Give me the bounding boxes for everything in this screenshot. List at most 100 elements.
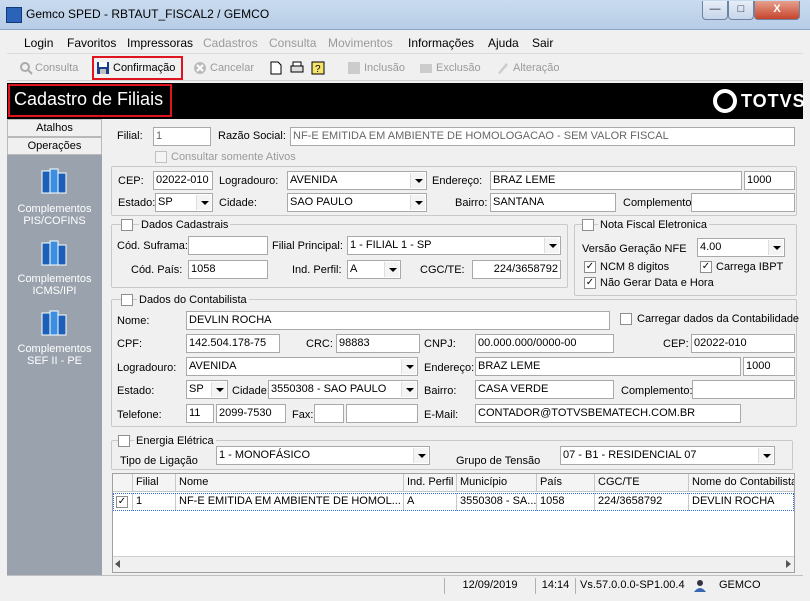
contab-cep-field[interactable]: 02022-010 [691, 334, 795, 353]
menu-consulta[interactable]: Consulta [269, 36, 316, 50]
nao-gerar-checkbox[interactable]: ✓ [584, 277, 596, 289]
bairro-field[interactable]: SANTANA [490, 193, 616, 212]
cidade-select[interactable]: SAO PAULO [287, 193, 427, 212]
status-time: 14:14 [535, 578, 575, 594]
contab-endereco-field[interactable]: BRAZ LEME [475, 357, 741, 376]
menu-impressoras[interactable]: Impressoras [127, 36, 193, 50]
tipo-ligacao-select[interactable]: 1 - MONOFÁSICO [216, 446, 430, 465]
filiais-table[interactable]: Filial Nome Ind. Perfil Município País C… [112, 473, 795, 573]
menu-cadastros[interactable]: Cadastros [203, 36, 258, 50]
cnpj-field[interactable]: 00.000.000/0000-00 [475, 334, 614, 353]
exclusao-button[interactable]: Exclusão [436, 62, 481, 74]
sidebar-item-icms-ipi[interactable]: Complementos ICMS/IPI [7, 273, 102, 297]
grupo-tensao-select[interactable]: 07 - B1 - RESIDENCIAL 07 [560, 446, 775, 465]
scroll-left-icon[interactable] [115, 560, 120, 568]
complemento-field[interactable] [691, 193, 795, 212]
razao-social-field[interactable]: NF-E EMITIDA EM AMBIENTE DE HOMOLOGACAO … [290, 127, 795, 146]
carregar-checkbox[interactable] [620, 313, 632, 325]
table-cell: A [404, 493, 457, 511]
chevron-down-icon [768, 240, 783, 255]
contab-bairro-field[interactable]: CASA VERDE [475, 380, 614, 399]
horizontal-scrollbar[interactable] [113, 556, 794, 572]
endereco-field[interactable]: BRAZ LEME [490, 171, 742, 190]
sidebar-item-sef-ii-pe[interactable]: Complementos SEF II - PE [7, 343, 102, 367]
print-icon[interactable] [290, 61, 304, 75]
table-header-pais[interactable]: País [537, 474, 595, 492]
fax-ddd-field[interactable] [314, 404, 344, 423]
menu-bar: Login Favoritos Impressoras Cadastros Co… [7, 31, 803, 54]
ncm-checkbox[interactable]: ✓ [584, 261, 596, 273]
tab-atalhos[interactable]: Atalhos [7, 119, 102, 137]
table-header-cgc[interactable]: CGC/TE [595, 474, 689, 492]
cgc-field[interactable]: 224/3658792 [472, 260, 561, 279]
contab-cidade-label: Cidade: [232, 385, 270, 397]
estado-label: Estado: [118, 197, 156, 209]
versao-nfe-label: Versão Geração NFE [582, 243, 687, 255]
scroll-right-icon[interactable] [786, 560, 791, 568]
books-icon[interactable] [38, 237, 70, 269]
table-header-nome[interactable]: Nome [176, 474, 404, 492]
inclusao-button[interactable]: Inclusão [364, 62, 405, 74]
table-header-select [113, 474, 133, 492]
pais-field[interactable]: 1058 [188, 260, 268, 279]
energia-checkbox[interactable] [118, 435, 130, 447]
estado-select[interactable]: SP [155, 193, 213, 212]
contabilista-checkbox[interactable] [121, 294, 133, 306]
cep-field[interactable]: 02022-010 [153, 171, 213, 190]
table-header-contabilista[interactable]: Nome do Contabilista [689, 474, 794, 492]
cpf-field[interactable]: 142.504.178-75 [186, 334, 280, 353]
books-icon[interactable] [38, 165, 70, 197]
filial-principal-label: Filial Principal: [272, 240, 343, 252]
menu-movimentos[interactable]: Movimentos [328, 36, 393, 50]
alteracao-button[interactable]: Alteração [513, 62, 559, 74]
table-header-ind-perfil[interactable]: Ind. Perfil [404, 474, 457, 492]
row-checkbox[interactable]: ✓ [116, 496, 128, 508]
table-header-filial[interactable]: Filial [133, 474, 176, 492]
highlight-confirmacao [92, 56, 183, 80]
contab-logradouro-select[interactable]: AVENIDA [186, 357, 418, 376]
menu-login[interactable]: Login [24, 36, 53, 50]
email-field[interactable]: CONTADOR@TOTVSBEMATECH.COM.BR [475, 404, 741, 423]
menu-informacoes[interactable]: Informações [408, 36, 474, 50]
close-button[interactable]: X [754, 1, 800, 20]
minimize-button[interactable]: — [702, 1, 728, 20]
consultar-ativos-checkbox[interactable] [155, 151, 167, 163]
consulta-button[interactable]: Consulta [35, 62, 78, 74]
menu-ajuda[interactable]: Ajuda [488, 36, 519, 50]
row-select-cell[interactable]: ✓ [113, 493, 133, 511]
ind-perfil-select[interactable]: A [347, 260, 401, 279]
contab-estado-select[interactable]: SP [186, 380, 228, 399]
contab-complemento-field[interactable] [692, 380, 795, 399]
crc-field[interactable]: 98883 [336, 334, 420, 353]
sidebar-item-pis-cofins[interactable]: Complementos PIS/COFINS [7, 203, 102, 227]
books-icon[interactable] [38, 307, 70, 339]
telefone-field[interactable]: 2099-7530 [216, 404, 286, 423]
fax-field[interactable] [346, 404, 418, 423]
nfe-checkbox[interactable] [582, 219, 594, 231]
logradouro-select[interactable]: AVENIDA [287, 171, 427, 190]
filial-principal-select[interactable]: 1 - FILIAL 1 - SP [347, 236, 561, 255]
contab-numero-field[interactable]: 1000 [743, 357, 795, 376]
maximize-button[interactable]: □ [728, 1, 754, 20]
help-icon[interactable]: ? [311, 61, 325, 75]
menu-favoritos[interactable]: Favoritos [67, 36, 116, 50]
cancelar-button[interactable]: Cancelar [210, 62, 254, 74]
new-document-icon[interactable] [269, 61, 283, 75]
numero-field[interactable]: 1000 [744, 171, 795, 190]
contabilista-title: Dados do Contabilista [137, 294, 249, 306]
menu-sair[interactable]: Sair [532, 36, 553, 50]
sidebar: Atalhos Operações Complementos PIS/COFINS… [7, 119, 102, 575]
ddd-field[interactable]: 11 [186, 404, 214, 423]
versao-nfe-select[interactable]: 4.00 [697, 238, 785, 257]
tab-operacoes[interactable]: Operações [7, 137, 102, 155]
nome-field[interactable]: DEVLIN ROCHA [186, 311, 610, 330]
ibpt-checkbox[interactable]: ✓ [700, 261, 712, 273]
dados-cadastrais-checkbox[interactable] [121, 219, 133, 231]
app-icon [6, 7, 22, 23]
logradouro-label: Logradouro: [219, 175, 279, 187]
contab-cidade-select[interactable]: 3550308 - SAO PAULO [268, 380, 418, 399]
table-header-municipio[interactable]: Município [457, 474, 537, 492]
energia-title: Energia Elétrica [134, 435, 216, 447]
suframa-field[interactable] [188, 236, 268, 255]
filial-field[interactable]: 1 [153, 127, 211, 146]
